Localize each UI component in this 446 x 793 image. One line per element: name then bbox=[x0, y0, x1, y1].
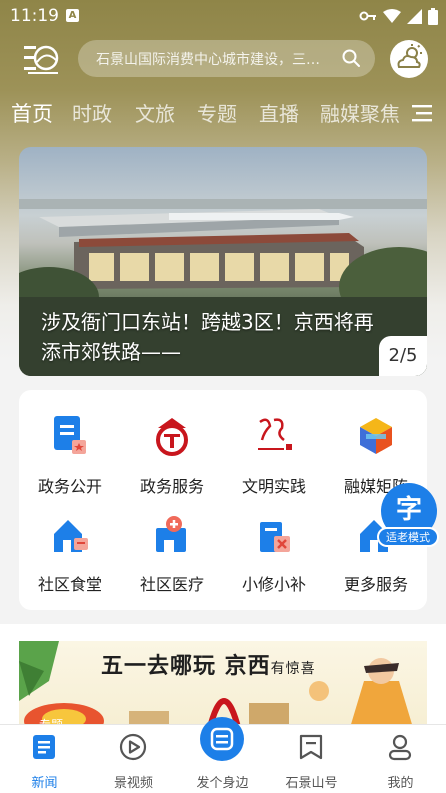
channel-tabs: 首页 时政 文旅 专题 直播 融媒聚焦 bbox=[0, 96, 446, 130]
services-grid: 政务公开 政务服务 文明实践 融媒矩阵 社区食堂 社区医疗 小修小补 更多服务 bbox=[19, 390, 427, 610]
battery-icon bbox=[428, 7, 438, 25]
status-icons bbox=[359, 6, 438, 26]
menu-icon[interactable] bbox=[412, 104, 434, 122]
banner-caption: 涉及衙门口东站！跨越3区！京西将再添市郊铁路—— bbox=[41, 310, 374, 364]
service-label: 更多服务 bbox=[343, 575, 408, 594]
bottom-nav: 新闻 景视频 发个身边 石景山号 我的 bbox=[0, 717, 446, 793]
nav-label: 石景山号 bbox=[285, 776, 338, 791]
service-community-canteen[interactable]: 社区食堂 bbox=[19, 390, 121, 594]
search-placeholder: 石景山国际消费中心城市建设，三… bbox=[96, 52, 320, 68]
banner-page-counter: 2/5 bbox=[379, 336, 427, 376]
search-bar[interactable]: 石景山国际消费中心城市建设，三… bbox=[78, 40, 375, 77]
tab-live[interactable]: 直播 bbox=[259, 98, 299, 127]
nav-label: 景视频 bbox=[113, 776, 153, 791]
repair-icon bbox=[260, 522, 290, 552]
key-icon bbox=[359, 11, 376, 21]
play-icon bbox=[119, 733, 147, 761]
logo-icon[interactable] bbox=[20, 40, 60, 76]
elder-mode-label: 适老模式 bbox=[377, 527, 439, 547]
nav-news[interactable]: 新闻 bbox=[0, 725, 89, 793]
service-label: 小修小补 bbox=[241, 575, 306, 594]
service-label: 社区食堂 bbox=[37, 575, 102, 594]
notification-icon: A bbox=[66, 9, 79, 22]
tab-topics[interactable]: 专题 bbox=[197, 98, 237, 127]
promo-title-small: 有惊喜 bbox=[270, 661, 316, 677]
post-icon bbox=[210, 727, 234, 751]
profile-icon bbox=[388, 734, 412, 761]
post-button-circle bbox=[200, 717, 244, 761]
promo-title: 五一去哪玩 京西有惊喜 bbox=[101, 648, 316, 680]
service-community-medical[interactable]: 社区医疗 bbox=[121, 390, 223, 594]
canteen-icon bbox=[54, 520, 88, 552]
medical-icon bbox=[156, 516, 186, 552]
headline-banner[interactable]: 涉及衙门口东站！跨越3区！京西将再添市郊铁路—— 2/5 bbox=[19, 147, 427, 376]
nav-video[interactable]: 景视频 bbox=[89, 725, 178, 793]
wifi-icon bbox=[383, 9, 401, 23]
nav-profile[interactable]: 我的 bbox=[356, 725, 445, 793]
nav-label: 新闻 bbox=[31, 776, 58, 791]
service-label: 社区医疗 bbox=[139, 575, 204, 594]
status-time: 11:19 bbox=[10, 6, 59, 26]
tab-media-focus[interactable]: 融媒聚焦 bbox=[320, 98, 400, 127]
weather-button[interactable] bbox=[390, 40, 428, 78]
tab-culture-tourism[interactable]: 文旅 bbox=[135, 98, 175, 127]
status-bar: 11:19 A bbox=[0, 0, 446, 32]
cloud-sun-icon bbox=[397, 44, 422, 68]
search-icon[interactable] bbox=[341, 48, 361, 68]
nav-post[interactable]: 发个身边 bbox=[178, 717, 267, 793]
elder-mode-button[interactable]: 字 适老模式 bbox=[377, 483, 439, 549]
tab-politics[interactable]: 时政 bbox=[72, 98, 112, 127]
bookmark-icon bbox=[299, 734, 323, 760]
news-icon bbox=[33, 735, 55, 759]
nav-shijingshan-account[interactable]: 石景山号 bbox=[267, 725, 356, 793]
promo-title-main: 五一去哪玩 京西 bbox=[101, 654, 271, 679]
service-more[interactable]: 更多服务 bbox=[325, 390, 427, 594]
nav-label: 我的 bbox=[387, 776, 414, 791]
signal-icon bbox=[407, 8, 422, 24]
service-small-repairs[interactable]: 小修小补 bbox=[223, 390, 325, 594]
nav-label: 发个身边 bbox=[196, 776, 249, 791]
tab-home[interactable]: 首页 bbox=[11, 98, 53, 128]
